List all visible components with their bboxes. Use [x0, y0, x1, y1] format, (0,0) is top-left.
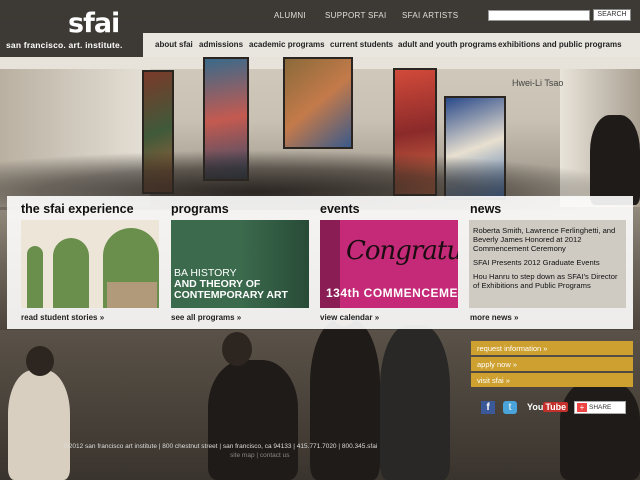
apply-now-button[interactable]: apply now »: [471, 357, 633, 371]
nav-admissions[interactable]: admissions: [199, 40, 243, 49]
read-student-stories-link[interactable]: read student stories »: [21, 313, 104, 322]
top-link-alumni[interactable]: ALUMNI: [274, 11, 306, 20]
logo-tagline: san francisco. art. institute.: [6, 40, 123, 50]
facebook-icon[interactable]: f: [481, 401, 495, 414]
commencement-caption: 134th COMMENCEMENT: [326, 286, 458, 300]
share-button[interactable]: + SHARE: [574, 401, 626, 414]
search-button[interactable]: SEARCH: [593, 9, 631, 21]
see-all-programs-link[interactable]: see all programs »: [171, 313, 241, 322]
plus-icon: +: [577, 403, 587, 412]
youtube-icon[interactable]: You Tube: [527, 401, 569, 414]
nav-academic-programs[interactable]: academic programs: [249, 40, 325, 49]
wall-text: Hwei-Li Tsao: [512, 78, 564, 88]
programs-image-caption: BA HISTORY AND THEORY OF CONTEMPORARY AR…: [174, 267, 288, 301]
main-navigation: about sfai admissions academic programs …: [143, 33, 640, 57]
news-title[interactable]: news: [470, 202, 501, 216]
congratulations-script: Congratulations: [346, 236, 458, 266]
news-item[interactable]: Roberta Smith, Lawrence Ferlinghetti, an…: [473, 226, 622, 253]
site-header: sfai san francisco. art. institute. ALUM…: [0, 0, 640, 57]
nav-adult-and-youth-programs[interactable]: adult and youth programs: [398, 40, 497, 49]
news-item[interactable]: Hou Hanru to step down as SFAI's Directo…: [473, 272, 622, 290]
top-link-support-sfai[interactable]: SUPPORT SFAI: [325, 11, 387, 20]
top-link-sfai-artists[interactable]: SFAI ARTISTS: [402, 11, 458, 20]
visit-sfai-button[interactable]: visit sfai »: [471, 373, 633, 387]
request-information-button[interactable]: request information »: [471, 341, 633, 355]
events-image[interactable]: Congratulations 134th COMMENCEMENT: [320, 220, 458, 308]
view-calendar-link[interactable]: view calendar »: [320, 313, 379, 322]
events-title[interactable]: events: [320, 202, 360, 216]
programs-title[interactable]: programs: [171, 202, 229, 216]
twitter-icon[interactable]: t: [503, 401, 517, 414]
experience-image[interactable]: [21, 220, 159, 308]
footer-links[interactable]: site map | contact us: [230, 452, 290, 459]
news-list: Roberta Smith, Lawrence Ferlinghetti, an…: [469, 220, 626, 308]
nav-exhibitions-and-public-programs[interactable]: exhibitions and public programs: [498, 40, 622, 49]
nav-current-students[interactable]: current students: [330, 40, 393, 49]
feature-panel: the sfai experience read student stories…: [7, 196, 633, 329]
news-item[interactable]: SFAI Presents 2012 Graduate Events: [473, 258, 622, 267]
footer-address: ©2012 san francisco art institute | 800 …: [64, 443, 378, 450]
more-news-link[interactable]: more news »: [470, 313, 518, 322]
programs-image[interactable]: BA HISTORY AND THEORY OF CONTEMPORARY AR…: [171, 220, 309, 308]
search-input[interactable]: [488, 10, 590, 21]
experience-title[interactable]: the sfai experience: [21, 202, 134, 216]
sfai-logo[interactable]: sfai: [68, 8, 120, 39]
nav-about-sfai[interactable]: about sfai: [155, 40, 193, 49]
